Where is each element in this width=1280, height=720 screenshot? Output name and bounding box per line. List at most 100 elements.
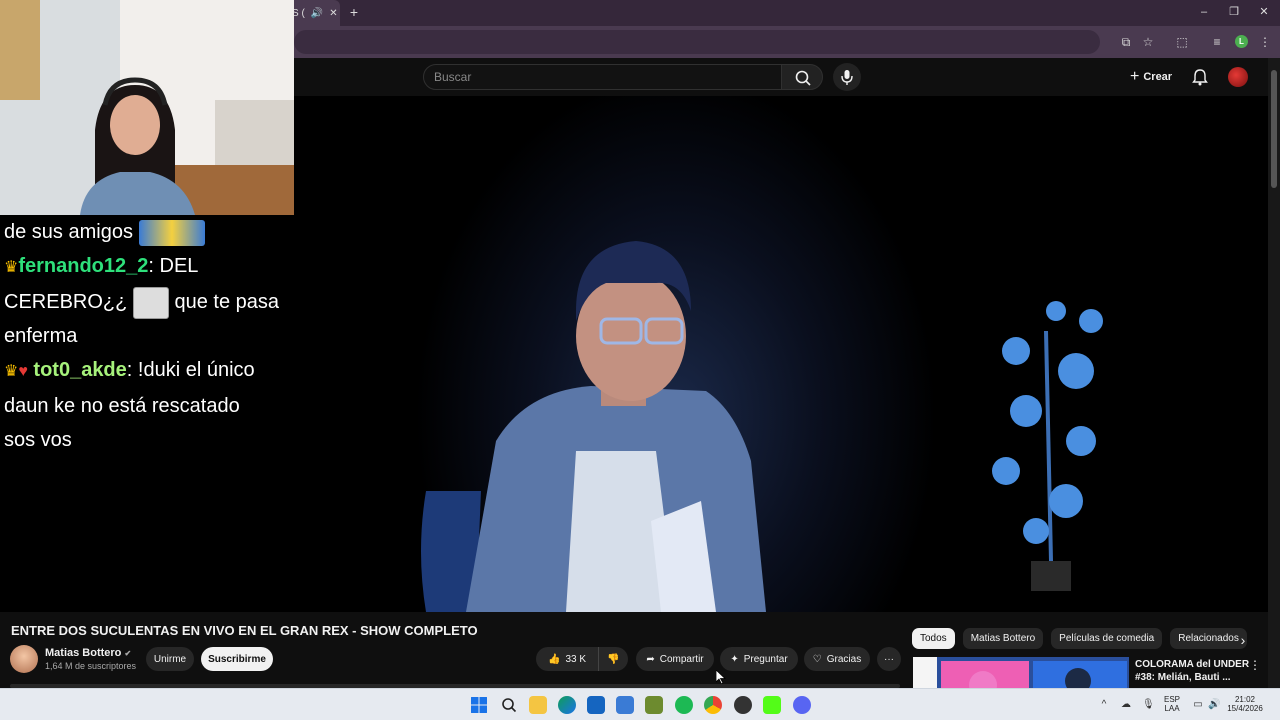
channel-avatar[interactable]	[10, 645, 38, 673]
search-icon	[795, 70, 811, 86]
channel-name[interactable]: Matias Bottero ✔	[45, 647, 131, 659]
recommended-video-title[interactable]: COLORAMA del UNDER #38: Melián, Bauti ..…	[1135, 658, 1253, 684]
restore-button[interactable]: ❐	[1224, 4, 1244, 20]
crown-badge-icon: ♛	[4, 363, 19, 380]
plant-prop	[992, 301, 1103, 591]
mouse-cursor-icon	[716, 670, 726, 684]
join-button[interactable]: Unirme	[146, 647, 194, 671]
create-button[interactable]: + Crear	[1124, 66, 1178, 88]
edge-browser-icon[interactable]	[558, 696, 576, 714]
search-input[interactable]: Buscar	[423, 64, 782, 90]
chat-message: ♛fernando12_2: DEL	[4, 249, 290, 285]
search-button[interactable]	[781, 64, 823, 90]
heart-dollar-icon: ♡	[812, 653, 822, 665]
performer-figure	[421, 241, 766, 612]
chat-text: daun ke no está rescatado	[4, 395, 240, 417]
plus-icon: +	[1130, 68, 1140, 85]
dislike-button[interactable]: 👎	[598, 647, 628, 671]
like-count: 33 K	[565, 653, 587, 665]
channel-name-text: Matias Bottero	[45, 647, 122, 659]
share-arrow-icon: ➦	[646, 653, 655, 665]
minecraft-icon[interactable]	[645, 696, 663, 714]
chat-username[interactable]: tot0_akde	[33, 359, 126, 381]
chip-todos[interactable]: Todos	[912, 628, 955, 649]
subscribe-button[interactable]: Suscribirme	[201, 647, 273, 671]
meme-emote-icon	[132, 286, 169, 319]
chat-message-continued: CEREBRO¿¿ que te pasa	[4, 285, 290, 319]
page-scrollbar[interactable]	[1268, 58, 1280, 688]
outlook-icon[interactable]	[616, 696, 634, 714]
address-field[interactable]	[294, 30, 1100, 54]
clock-time: 21:02	[1234, 695, 1256, 704]
like-button[interactable]: 👍 33 K	[536, 647, 598, 671]
install-app-icon[interactable]: ⧉	[1118, 34, 1134, 50]
video-title: ENTRE DOS SUCULENTAS EN VIVO EN EL GRAN …	[11, 623, 478, 638]
browser-menu-icon[interactable]: ⋮	[1257, 34, 1273, 50]
windows-taskbar: ^ ☁ 🎙 ESP LAA ▭ 🔊 21:02 15/4/2026	[0, 688, 1280, 720]
chat-text: : !duki el único	[126, 359, 255, 381]
screen: S ( 🔊 ✕ + – ❐ ✕ ⧉ ☆ ⬚ ≡ ⋮ L Buscar + Cre…	[0, 0, 1280, 720]
crown-badge-icon: ♛	[4, 259, 19, 276]
recommended-more-icon[interactable]: ⋮	[1249, 658, 1261, 672]
scroll-thumb[interactable]	[1271, 70, 1277, 188]
webcam-scene	[0, 0, 294, 215]
media-control-icon[interactable]: ≡	[1209, 34, 1225, 50]
voice-search-button[interactable]	[833, 63, 861, 91]
create-label: Crear	[1143, 71, 1173, 83]
ask-button[interactable]: ✦ Preguntar	[720, 647, 798, 671]
minimize-button[interactable]: –	[1194, 4, 1214, 20]
chat-text: : DEL	[148, 255, 199, 277]
heart-badge-icon: ♥	[18, 363, 28, 380]
bookmark-star-icon[interactable]: ☆	[1140, 34, 1156, 50]
thanks-button[interactable]: ♡ Gracias	[804, 647, 870, 671]
ask-label: Preguntar	[743, 653, 788, 665]
close-window-button[interactable]: ✕	[1254, 4, 1274, 20]
close-tab-icon[interactable]: ✕	[329, 8, 337, 19]
speaker-icon[interactable]: 🔊	[311, 8, 323, 19]
chips-next-arrow-icon[interactable]: ›	[1236, 632, 1250, 648]
verified-icon: ✔	[124, 649, 132, 658]
thumbnail-art	[913, 657, 1129, 688]
profile-avatar[interactable]: L	[1235, 35, 1248, 48]
recommended-video-thumbnail[interactable]	[913, 657, 1129, 688]
store-icon[interactable]	[587, 696, 605, 714]
share-label: Compartir	[659, 653, 704, 665]
microphone-icon	[841, 70, 853, 85]
thumbs-down-icon: 👎	[607, 653, 620, 665]
thanks-label: Gracias	[826, 653, 862, 665]
chat-text: de sus amigos	[4, 221, 133, 243]
video-player[interactable]	[176, 96, 1268, 612]
kick-icon[interactable]	[763, 696, 781, 714]
browser-tab[interactable]: S ( 🔊 ✕	[286, 0, 340, 26]
language-code: ESP	[1163, 695, 1180, 704]
obs-icon[interactable]	[734, 696, 752, 714]
file-explorer-icon[interactable]	[529, 696, 547, 714]
share-button[interactable]: ➦ Compartir	[636, 647, 714, 671]
account-avatar[interactable]	[1228, 67, 1248, 87]
language-indicator[interactable]: ESP LAA	[1160, 695, 1184, 713]
chat-text: enferma	[4, 325, 78, 347]
chrome-icon[interactable]	[704, 696, 722, 714]
chip-comedy-movies[interactable]: Películas de comedia	[1051, 628, 1163, 649]
notifications-bell-icon[interactable]	[1190, 67, 1210, 87]
clock[interactable]: 21:02 15/4/2026	[1222, 695, 1268, 713]
discord-icon[interactable]	[793, 696, 811, 714]
spotify-icon[interactable]	[675, 696, 693, 714]
chip-channel[interactable]: Matias Bottero	[962, 628, 1044, 649]
streamer-webcam	[0, 0, 294, 215]
chat-message-continued: enferma	[4, 319, 290, 353]
windows-start-icon[interactable]	[470, 696, 488, 714]
onedrive-icon[interactable]: ☁	[1120, 699, 1132, 711]
search-icon[interactable]	[500, 696, 518, 714]
chat-message: de sus amigos	[4, 215, 290, 249]
more-actions-button[interactable]: ···	[877, 647, 901, 671]
display-icon[interactable]: ▭	[1192, 699, 1204, 711]
extensions-icon[interactable]: ⬚	[1174, 34, 1190, 50]
tray-chevron-icon[interactable]: ^	[1098, 699, 1110, 711]
chat-username[interactable]: fernando12_2	[18, 255, 148, 277]
chat-text: sos vos	[4, 429, 72, 451]
chat-message: ♛♥ tot0_akde: !duki el único	[4, 353, 290, 389]
new-tab-button[interactable]: +	[346, 4, 362, 20]
volume-icon[interactable]: 🔊	[1208, 699, 1220, 711]
microphone-tray-icon[interactable]: 🎙	[1142, 699, 1155, 711]
